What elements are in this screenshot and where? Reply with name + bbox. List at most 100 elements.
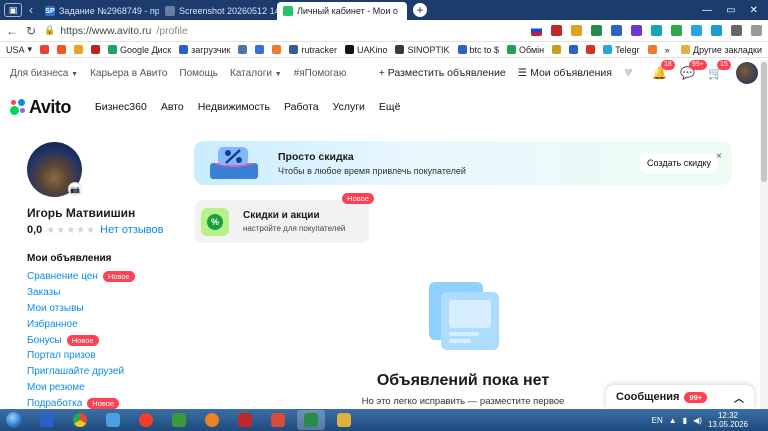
other-bookmarks[interactable]: Другие закладки	[681, 45, 762, 55]
bookmark-item[interactable]	[569, 45, 579, 54]
bookmark-google-drive[interactable]: Google Диск	[108, 45, 171, 55]
nav-auto[interactable]: Авто	[161, 101, 184, 113]
extension-icon[interactable]	[551, 25, 562, 36]
scrollbar-thumb[interactable]	[761, 62, 767, 182]
my-ads-link[interactable]: ☰ Мои объявления	[518, 67, 612, 79]
new-tab-button[interactable]: +	[413, 3, 427, 17]
taskbar-app-3[interactable]	[99, 410, 127, 430]
nav-jobs[interactable]: Работа	[284, 101, 319, 113]
back-icon[interactable]: ←	[6, 24, 18, 38]
nav-business360[interactable]: Бизнес360	[95, 101, 147, 113]
bookmark-item[interactable]	[74, 45, 84, 54]
taskbar-app-1[interactable]	[33, 410, 61, 430]
bookmark-exchange[interactable]: Обмін	[507, 45, 544, 55]
taskbar-app-8[interactable]	[264, 410, 292, 430]
bookmark-btc[interactable]: btc to $	[457, 45, 499, 55]
nav-more[interactable]: Ещё	[379, 101, 400, 113]
tab-scroll-left-icon[interactable]: ‹	[29, 3, 33, 17]
bookmark-telegram[interactable]: Telegr	[603, 45, 640, 55]
bookmark-item[interactable]	[40, 45, 50, 54]
taskbar-app-6[interactable]	[198, 410, 226, 430]
messages-widget[interactable]: Сообщения 99+ ︿	[606, 385, 754, 409]
close-window-icon[interactable]: ✕	[750, 5, 758, 16]
nav-realty[interactable]: Недвижимость	[198, 101, 270, 113]
notifications-button[interactable]: 🔔 18	[652, 60, 675, 80]
bookmark-item[interactable]	[91, 45, 101, 54]
bookmark-item[interactable]	[552, 45, 562, 54]
reload-icon[interactable]: ↻	[26, 24, 36, 38]
extension-icon[interactable]	[691, 25, 702, 36]
volume-icon[interactable]: ◀)	[693, 416, 702, 425]
extension-icon[interactable]	[631, 25, 642, 36]
bookmarks-overflow[interactable]: »	[665, 45, 670, 55]
side-menu-heading[interactable]: Мои объявления	[27, 253, 135, 264]
nav-services[interactable]: Услуги	[333, 101, 365, 113]
language-indicator[interactable]: EN	[652, 416, 663, 425]
start-button[interactable]	[0, 409, 28, 431]
download-icon[interactable]	[671, 25, 682, 36]
taskbar-app-9[interactable]	[297, 410, 325, 430]
side-menu-item-orders[interactable]: Заказы	[27, 285, 135, 301]
favorites-button[interactable]: ♥	[624, 65, 640, 80]
bookmark-folder-usa[interactable]: USA ▾	[6, 44, 32, 55]
menu-icon[interactable]	[751, 25, 762, 36]
url-field[interactable]: 🔒 https://www.avito.ru/profile	[44, 23, 464, 39]
extension-icon[interactable]	[611, 25, 622, 36]
bookmark-item[interactable]	[238, 45, 248, 54]
career-link[interactable]: Карьера в Авито	[90, 68, 167, 79]
help-link[interactable]: Помощь	[179, 68, 218, 79]
browser-menu-button[interactable]: ▣	[4, 3, 22, 17]
flag-icon[interactable]	[531, 25, 542, 36]
bookmark-item[interactable]	[586, 45, 596, 54]
side-menu-item-prize-portal[interactable]: Портал призов	[27, 348, 135, 364]
extension-icon[interactable]	[651, 25, 662, 36]
bookmark-item[interactable]	[647, 45, 657, 54]
bookmark-uakino[interactable]: UAKino	[344, 45, 387, 55]
taskbar-app-4[interactable]	[132, 410, 160, 430]
clock[interactable]: 12:32 13.05.2026	[708, 411, 748, 429]
for-business-link[interactable]: Для бизнеса ▼	[10, 68, 78, 79]
catalogs-link[interactable]: Каталоги ▼	[230, 68, 282, 79]
bookmark-item[interactable]	[272, 45, 282, 54]
bookmark-rutracker[interactable]: rutracker	[289, 45, 337, 55]
post-ad-link[interactable]: + Разместить объявление	[379, 67, 506, 79]
side-menu-item-bonuses[interactable]: Бонусы Новое	[27, 332, 135, 348]
avatar[interactable]	[736, 62, 758, 84]
side-menu-item-favorites[interactable]: Избранное	[27, 316, 135, 332]
bookmark-sinoptik[interactable]: SINOPTIK	[395, 45, 450, 55]
browser-tab-active[interactable]: Личный кабинет - Мои о ✕	[277, 2, 407, 20]
profile-icon[interactable]	[731, 25, 742, 36]
chevron-up-icon[interactable]: ︿	[734, 390, 744, 405]
hashtag-link[interactable]: #яПомогаю	[294, 68, 347, 79]
bookmark-item[interactable]	[57, 45, 67, 54]
close-tab-icon[interactable]: ✕	[406, 6, 407, 17]
side-menu-item-price-compare[interactable]: Сравнение цен Новое	[27, 269, 135, 285]
minimize-icon[interactable]: —	[702, 5, 712, 16]
discounts-card[interactable]: % Скидки и акции настройте для покупател…	[195, 193, 374, 243]
bookmark-downloader[interactable]: загрузчик	[179, 45, 230, 55]
browser-tab-2[interactable]: Screenshot 20260512 145	[159, 2, 277, 20]
page-scrollbar[interactable]	[760, 60, 768, 409]
side-menu-item-invite-friends[interactable]: Приглашайте друзей	[27, 364, 135, 380]
browser-tab-1[interactable]: SP Задание №2968749 - про	[39, 2, 159, 20]
cart-button[interactable]: 🛒 15	[708, 60, 731, 80]
reviews-link[interactable]: Нет отзывов	[100, 224, 163, 236]
bookmark-item[interactable]	[255, 45, 265, 54]
messages-button[interactable]: 💬 99+	[680, 60, 707, 80]
extension-icon[interactable]	[711, 25, 722, 36]
taskbar-app-2[interactable]	[66, 410, 94, 430]
network-tray-icon[interactable]: ▮	[683, 416, 687, 425]
taskbar-app-7[interactable]	[231, 410, 259, 430]
taskbar-app-10[interactable]	[330, 410, 358, 430]
avito-logo[interactable]: Avito	[10, 97, 71, 118]
create-discount-button[interactable]: Создать скидку	[640, 153, 718, 173]
extension-icon[interactable]	[571, 25, 582, 36]
taskbar-app-5[interactable]	[165, 410, 193, 430]
lock-icon[interactable]: 🔒	[44, 25, 55, 36]
tray-arrow-icon[interactable]: ▲	[669, 416, 677, 425]
camera-icon[interactable]: 📷	[68, 182, 82, 196]
side-menu-item-resumes[interactable]: Мои резюме	[27, 380, 135, 396]
extension-icon[interactable]	[591, 25, 602, 36]
side-menu-item-reviews[interactable]: Мои отзывы	[27, 301, 135, 317]
maximize-icon[interactable]: ▭	[726, 5, 735, 16]
